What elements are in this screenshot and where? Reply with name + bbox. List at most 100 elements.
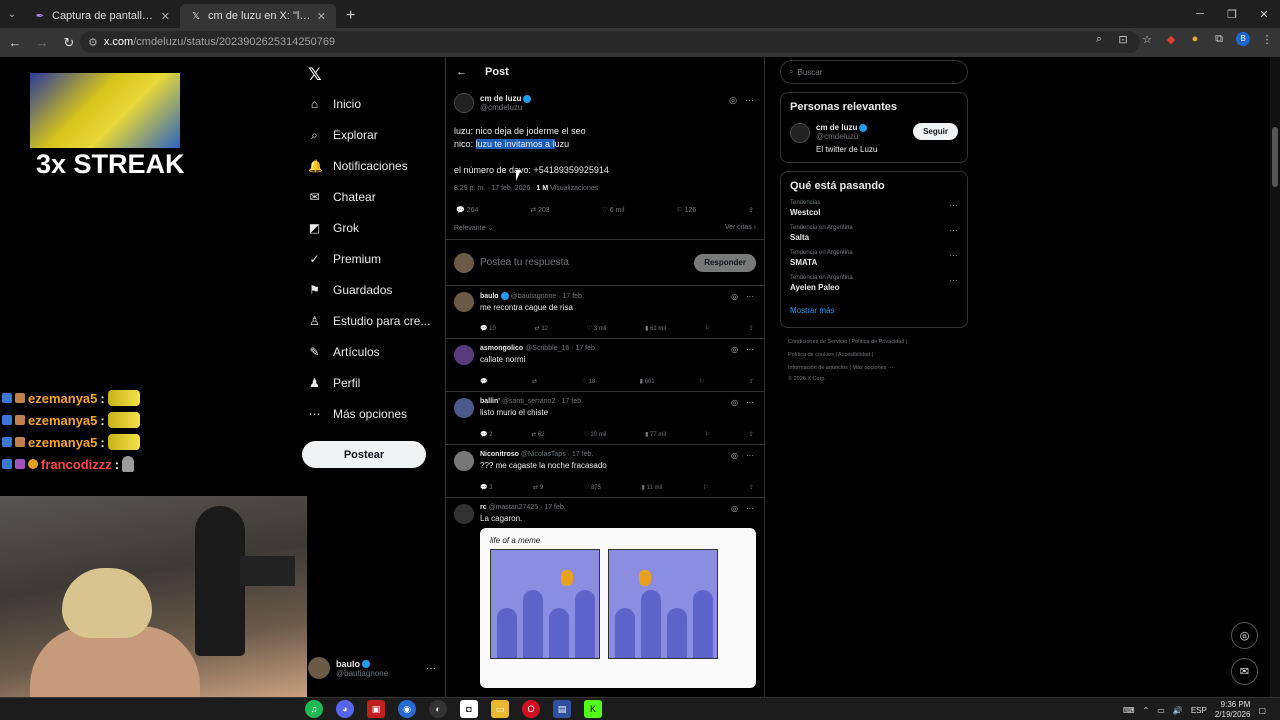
opera-icon[interactable]: O — [522, 700, 540, 718]
obs-icon[interactable]: ◐ — [429, 700, 447, 718]
more-icon[interactable]: ··· — [949, 250, 958, 260]
profile-avatar-icon[interactable]: B — [1236, 32, 1250, 46]
reply-item[interactable]: rc @mastan27425 · 17 feb. La cagaron. ◎ ···… — [446, 498, 764, 697]
follow-button[interactable]: Seguir — [913, 123, 958, 140]
views-button[interactable]: ▮ 601 — [640, 378, 655, 385]
star-icon[interactable]: ☆ — [1140, 33, 1154, 46]
scrollbar[interactable] — [1270, 57, 1280, 697]
sort-dropdown[interactable]: Relevante ⌄ — [454, 224, 493, 232]
bookmark-icon[interactable]: ⚐ — [699, 378, 704, 385]
back-icon[interactable]: ← — [3, 35, 27, 50]
reload-icon[interactable]: ↻ — [57, 35, 81, 51]
reply-item[interactable]: asmongolico @Scribble_16 · 17 feb. callat… — [446, 339, 764, 392]
more-icon[interactable]: ··· — [746, 398, 754, 407]
avatar[interactable] — [454, 292, 474, 312]
grok-float-icon[interactable]: ◎ — [1231, 622, 1258, 649]
views-button[interactable]: ▮ 11 mil — [642, 484, 663, 491]
reply-author[interactable]: asmongolico — [480, 345, 523, 352]
extension-icon[interactable]: ◆ — [1164, 33, 1178, 46]
repost-button[interactable]: ⇄ 32 — [535, 325, 548, 332]
more-icon[interactable]: ··· — [745, 95, 754, 106]
zoom-icon[interactable]: ⌕ — [1092, 33, 1106, 46]
avatar[interactable] — [454, 93, 474, 113]
tab-search-icon[interactable]: ⌄ — [0, 0, 24, 28]
grok-icon[interactable]: ◎ — [731, 345, 738, 354]
reply-input[interactable]: Postea tu respuesta — [480, 257, 688, 268]
nav-item-chatear[interactable]: ✉ Chatear — [308, 185, 375, 209]
chrome-icon[interactable]: ◉ — [398, 700, 416, 718]
messages-float-icon[interactable]: ✉ — [1231, 658, 1258, 685]
more-icon[interactable]: ··· — [949, 225, 958, 235]
site-info-icon[interactable]: ⚙ — [88, 36, 98, 49]
more-icon[interactable]: ··· — [949, 275, 958, 285]
reply-item[interactable]: baulo @bautiagnone · 17 feb. me recontra … — [446, 286, 764, 339]
language-indicator[interactable]: ESP — [1191, 706, 1207, 715]
trend-item[interactable]: Tendencia en Argentina Ayelen Paleo ··· — [790, 275, 958, 292]
avatar[interactable] — [454, 504, 474, 524]
reply-author[interactable]: baulo — [480, 293, 499, 300]
meme-image[interactable]: life of a meme — [480, 528, 756, 688]
grok-icon[interactable]: ◎ — [731, 504, 738, 513]
app-icon[interactable]: ◘ — [460, 700, 478, 718]
bookmark-icon[interactable]: ⚐ — [705, 431, 710, 438]
close-window-icon[interactable]: ✕ — [1248, 0, 1280, 28]
reply-button[interactable]: 💬 2 — [480, 431, 492, 438]
puzzle-icon[interactable]: ⧉ — [1212, 33, 1226, 46]
more-icon[interactable]: ··· — [746, 504, 754, 513]
repost-button[interactable]: ⇄ — [532, 378, 537, 385]
tray-chevron-icon[interactable]: ⌃ — [1143, 706, 1150, 715]
trend-item[interactable]: Tendencia en Argentina SMATA ··· — [790, 250, 958, 267]
close-tab-icon[interactable]: ✕ — [161, 10, 170, 23]
avatar[interactable] — [454, 451, 474, 471]
nav-item-explorar[interactable]: ⌕ Explorar — [308, 123, 378, 147]
more-icon[interactable]: ··· — [426, 663, 436, 674]
avatar[interactable] — [454, 345, 474, 365]
more-icon[interactable]: ··· — [949, 200, 958, 210]
nav-item-perfil[interactable]: ♟ Perfil — [308, 371, 360, 395]
bookmark-icon[interactable]: ⚐ — [703, 484, 708, 491]
nav-item-estudio-para-cre-[interactable]: ♙ Estudio para cre... — [308, 309, 430, 333]
repost-button[interactable]: ⇄ 203 — [530, 206, 550, 214]
grok-icon[interactable]: ◎ — [731, 292, 738, 301]
menu-icon[interactable]: ⋮ — [1260, 33, 1274, 46]
trend-item[interactable]: Tendencias Westcol ··· — [790, 200, 958, 217]
nav-item-inicio[interactable]: ⌂ Inicio — [308, 92, 361, 116]
more-icon[interactable]: ··· — [746, 292, 754, 301]
nav-item-notificaciones[interactable]: 🔔 Notificaciones — [308, 154, 408, 178]
like-button[interactable]: ♡ 10 mil — [583, 431, 606, 438]
search-input[interactable]: ⌕ Buscar — [780, 60, 968, 84]
show-more-link[interactable]: Mostrar más — [790, 306, 958, 315]
reply-handle[interactable]: @Scribble_16 · 17 feb. — [525, 345, 597, 352]
tab-lightshot[interactable]: ✒ Captura de pantalla por Lightsh ✕ — [24, 4, 180, 28]
nav-item-grok[interactable]: ◩ Grok — [308, 216, 359, 240]
new-tab-button[interactable]: + — [336, 4, 365, 28]
reply-handle[interactable]: @bautiagnone · 17 feb. — [511, 293, 584, 300]
reply-submit-button[interactable]: Responder — [694, 253, 756, 272]
reply-handle[interactable]: @NicolasTaps · 17 feb. — [521, 451, 593, 458]
reply-author[interactable]: Niconitroso — [480, 451, 519, 458]
extension-icon[interactable]: ● — [1188, 33, 1202, 45]
volume-icon[interactable]: 🔊 — [1173, 706, 1183, 715]
like-button[interactable]: ♡ 875 — [584, 484, 601, 491]
avatar[interactable] — [454, 398, 474, 418]
reply-button[interactable]: 💬 264 — [456, 206, 478, 214]
app-icon[interactable]: ▣ — [367, 700, 385, 718]
kick-icon[interactable]: K — [584, 700, 602, 718]
post-timestamp[interactable]: 8:29 p. m. · 17 feb. 2026 · — [454, 185, 537, 192]
app-icon[interactable]: ♫ — [305, 700, 323, 718]
share-icon[interactable]: ⇪ — [748, 206, 754, 214]
app-icon[interactable]: ▤ — [553, 700, 571, 718]
network-icon[interactable]: ▭ — [1157, 706, 1165, 715]
like-button[interactable]: ♡ 6 mil — [602, 206, 625, 214]
footer-line[interactable]: Condiciones de Servicio | Política de Pr… — [788, 336, 968, 349]
repost-button[interactable]: ⇄ 62 — [531, 431, 544, 438]
like-button[interactable]: ♡ 3 mil — [587, 325, 607, 332]
reply-author[interactable]: rc — [480, 504, 487, 511]
restore-icon[interactable]: ❐ — [1216, 0, 1248, 28]
clock[interactable]: 9:36 PM 2/19/2026 — [1215, 700, 1251, 720]
reply-button[interactable]: 💬 — [480, 378, 487, 385]
install-icon[interactable]: ⊡ — [1116, 33, 1130, 46]
reply-handle[interactable]: @santi_serrano2 · 17 feb. — [502, 398, 583, 405]
account-switcher[interactable]: baulo @bautiagnone ··· — [308, 657, 436, 679]
views-button[interactable]: ▮ 77 mil — [645, 431, 666, 438]
